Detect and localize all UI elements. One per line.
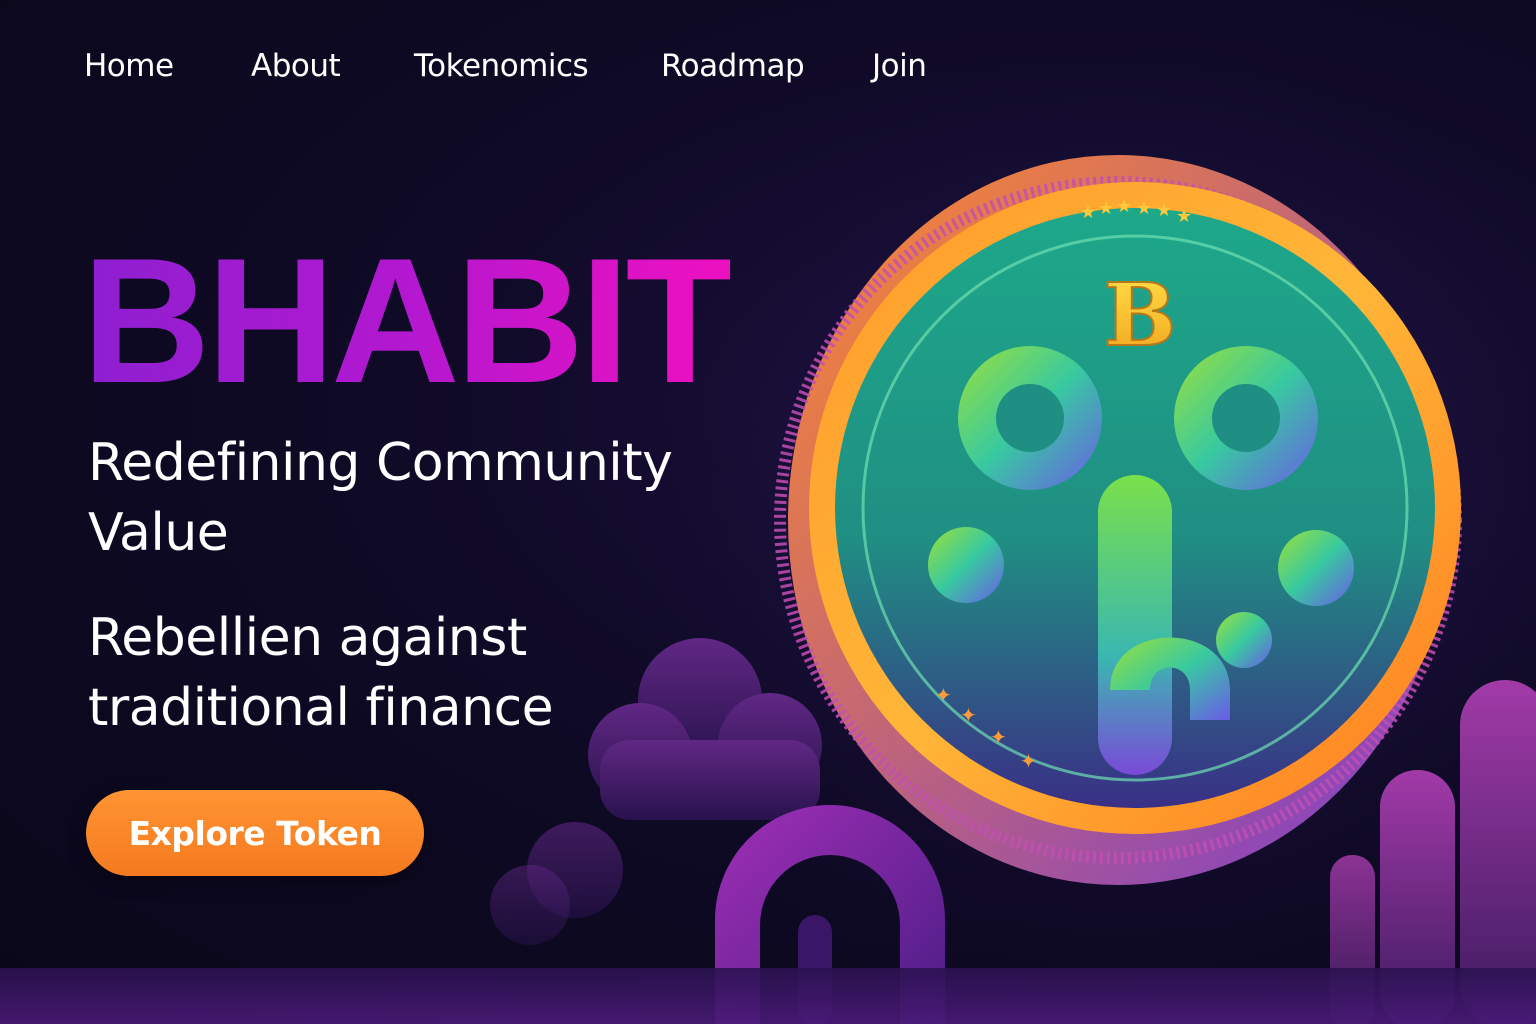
brand-title: BHABIT bbox=[82, 221, 734, 420]
svg-text:✦: ✦ bbox=[1020, 749, 1037, 773]
explore-token-button[interactable]: Explore Token bbox=[86, 790, 424, 876]
svg-text:✦: ✦ bbox=[935, 683, 952, 707]
ground bbox=[0, 968, 1536, 1024]
svg-text:★: ★ bbox=[1156, 200, 1172, 221]
svg-text:✦: ✦ bbox=[990, 725, 1007, 749]
coin-eye-right bbox=[1174, 346, 1318, 490]
svg-text:✦: ✦ bbox=[960, 703, 977, 727]
hero-tagline: Redefining Community Value bbox=[88, 433, 673, 563]
coin-eye-left bbox=[958, 346, 1102, 490]
svg-text:★: ★ bbox=[1136, 198, 1152, 219]
svg-text:★: ★ bbox=[1098, 198, 1114, 219]
coin-letter: B bbox=[1104, 265, 1177, 366]
nav-roadmap[interactable]: Roadmap bbox=[661, 48, 805, 84]
nav-home[interactable]: Home bbox=[84, 48, 174, 84]
nav-about[interactable]: About bbox=[251, 48, 341, 84]
svg-text:★: ★ bbox=[1176, 206, 1192, 227]
nav-join[interactable]: Join bbox=[872, 48, 927, 84]
coin-cheek-left bbox=[928, 527, 1004, 603]
coin-cheek-right bbox=[1278, 530, 1354, 606]
nav-tokenomics[interactable]: Tokenomics bbox=[414, 48, 589, 84]
svg-text:★: ★ bbox=[1116, 196, 1132, 217]
svg-text:★: ★ bbox=[1080, 202, 1096, 223]
hero-subline: Rebellien against traditional finance bbox=[88, 608, 554, 738]
